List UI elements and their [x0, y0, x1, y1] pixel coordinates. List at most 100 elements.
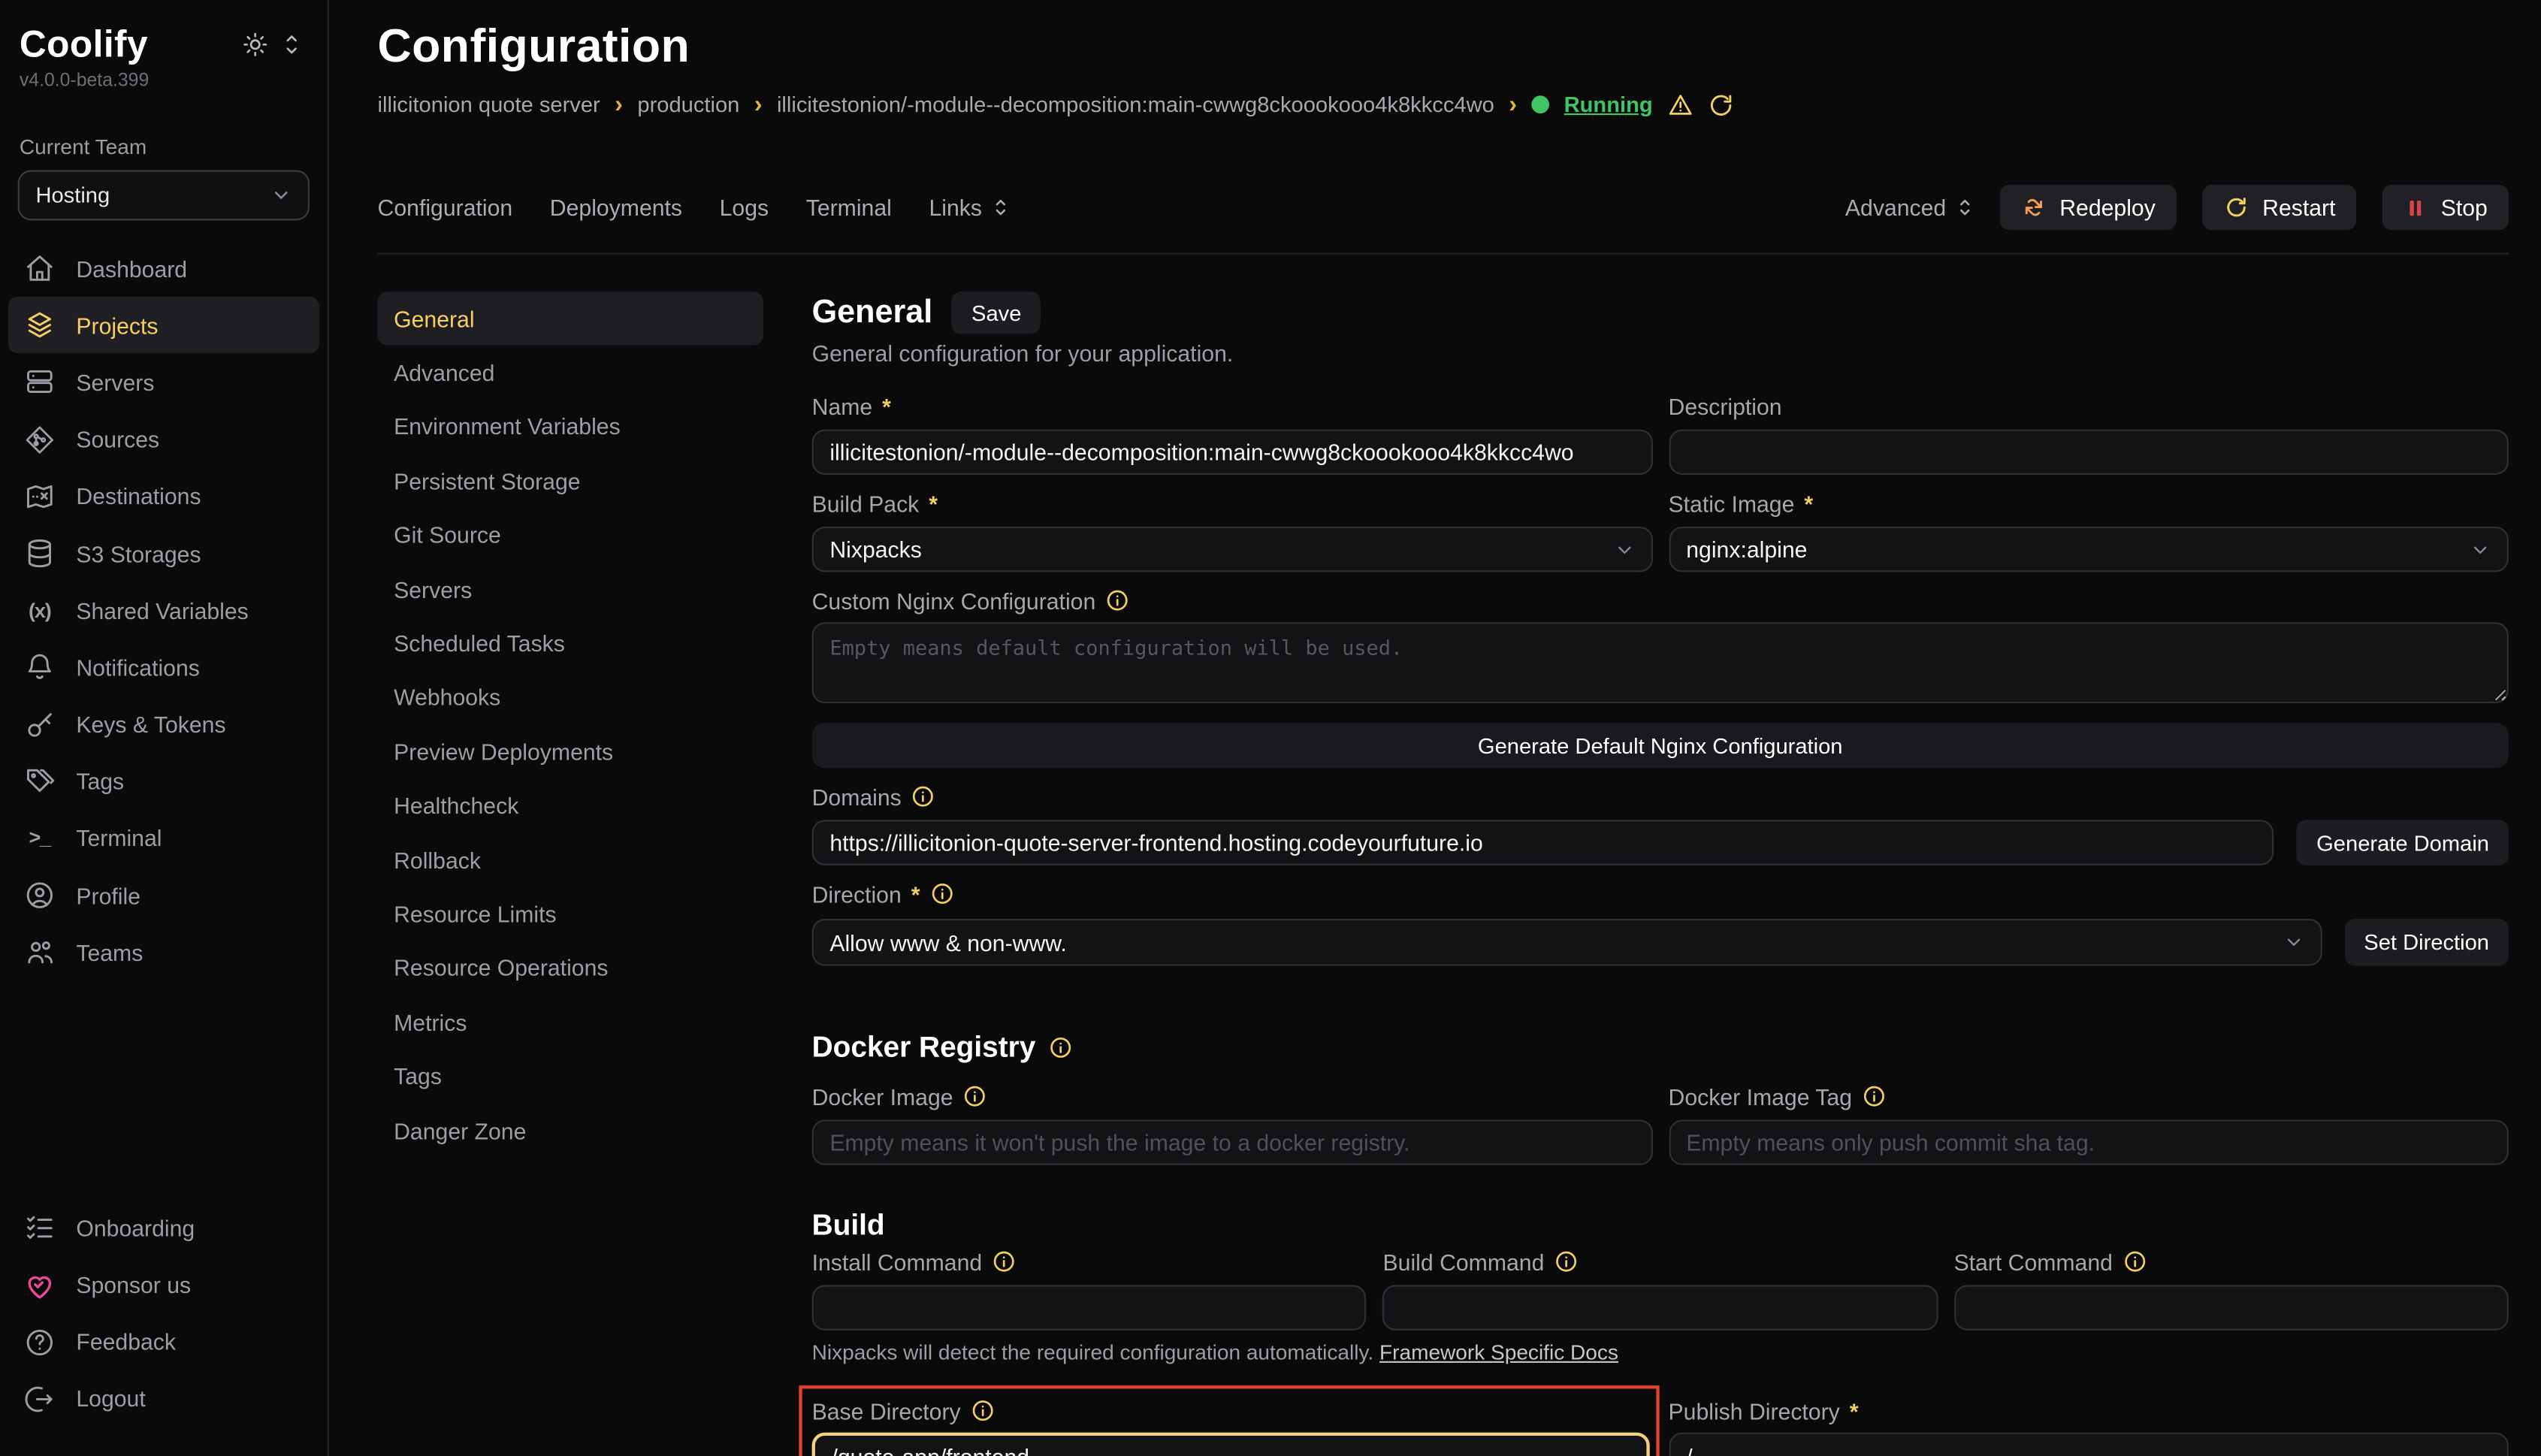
sidebar-item-sponsor-us[interactable]: Sponsor us [8, 1257, 319, 1314]
sidebar-item-sources[interactable]: Sources [8, 411, 319, 468]
redeploy-button[interactable]: Redeploy [1999, 185, 2176, 230]
refresh-icon[interactable] [1708, 92, 1734, 118]
sidebar-item-label: S3 Storages [76, 540, 201, 566]
current-team-label: Current Team [0, 91, 328, 159]
set-direction-button[interactable]: Set Direction [2344, 919, 2508, 966]
sidebar-item-tags[interactable]: Tags [8, 753, 319, 810]
subnav-persistent-storage[interactable]: Persistent Storage [378, 454, 763, 508]
base-directory-label: Base Directory [812, 1397, 961, 1424]
server-icon [24, 367, 55, 397]
direction-select[interactable]: Allow www & non-www. [812, 919, 2322, 966]
tab-logs[interactable]: Logs [720, 195, 769, 221]
breadcrumb-project[interactable]: illicitonion quote server [378, 92, 600, 116]
sidebar-item-onboarding[interactable]: Onboarding [8, 1200, 319, 1257]
breadcrumb: illicitonion quote server › production ›… [378, 91, 2509, 119]
advanced-dropdown[interactable]: Advanced [1845, 195, 1974, 221]
sidebar-item-logout[interactable]: Logout [8, 1370, 319, 1427]
framework-docs-link[interactable]: Framework Specific Docs [1379, 1340, 1618, 1364]
base-directory-highlight-box: Base Directory [799, 1385, 1658, 1456]
sidebar-item-teams[interactable]: Teams [8, 924, 319, 981]
domains-input[interactable] [812, 820, 2274, 865]
sidebar-item-profile[interactable]: Profile [8, 867, 319, 924]
sidebar-item-shared-variables[interactable]: (x) Shared Variables [8, 582, 319, 639]
stop-button[interactable]: Stop [2382, 185, 2509, 230]
required-marker: * [1850, 1397, 1859, 1424]
subnav-advanced[interactable]: Advanced [378, 346, 763, 400]
breadcrumb-separator: › [615, 91, 623, 119]
app-logo[interactable]: Coolify [20, 23, 148, 66]
help-icon [24, 1327, 55, 1358]
subnav-metrics[interactable]: Metrics [378, 995, 763, 1050]
subnav-servers[interactable]: Servers [378, 562, 763, 616]
sidebar-item-s3-storages[interactable]: S3 Storages [8, 525, 319, 582]
sidebar-item-feedback[interactable]: Feedback [8, 1313, 319, 1370]
breadcrumb-environment[interactable]: production [637, 92, 739, 116]
breadcrumb-application[interactable]: illicitestonion/-module--decomposition:m… [777, 92, 1494, 116]
sidebar-item-servers[interactable]: Servers [8, 354, 319, 411]
section-title: General [812, 294, 933, 331]
generate-domain-button[interactable]: Generate Domain [2297, 820, 2509, 865]
sidebar-item-label: Projects [76, 313, 158, 339]
chevron-down-icon [270, 185, 292, 206]
generate-nginx-button[interactable]: Generate Default Nginx Configuration [812, 723, 2509, 768]
team-select[interactable]: Hosting [18, 170, 310, 220]
info-icon [911, 784, 935, 808]
subnav-git-source[interactable]: Git Source [378, 508, 763, 562]
status-running-link[interactable]: Running [1564, 92, 1653, 116]
sidebar-item-label: Servers [76, 370, 154, 396]
save-button[interactable]: Save [952, 292, 1041, 334]
docker-image-input[interactable] [812, 1119, 1652, 1164]
docker-image-tag-input[interactable] [1669, 1119, 2509, 1164]
subnav-general[interactable]: General [378, 292, 763, 346]
coolify-app: Coolify v4.0.0-beta.399 Current Team Hos… [0, 0, 2541, 1456]
docker-image-label: Docker Image [812, 1083, 953, 1110]
subnav-healthcheck[interactable]: Healthcheck [378, 778, 763, 832]
restart-button[interactable]: Restart [2202, 185, 2356, 230]
subnav-environment-variables[interactable]: Environment Variables [378, 400, 763, 454]
restart-icon [2223, 195, 2249, 221]
sidebar-item-notifications[interactable]: Notifications [8, 639, 319, 696]
chevron-up-down-icon [1956, 196, 1974, 219]
sidebar-item-label: Sources [76, 427, 159, 453]
tab-configuration[interactable]: Configuration [378, 195, 513, 221]
tab-terminal[interactable]: Terminal [806, 195, 892, 221]
subnav-preview-deployments[interactable]: Preview Deployments [378, 724, 763, 778]
tabs-row: Configuration Deployments Logs Terminal … [378, 185, 2509, 230]
sidebar-item-destinations[interactable]: Destinations [8, 468, 319, 525]
base-directory-input[interactable] [812, 1433, 1649, 1456]
sidebar-item-label: Sponsor us [76, 1272, 191, 1298]
theme-selector-chevrons-icon[interactable] [282, 32, 301, 56]
start-command-input[interactable] [1953, 1285, 2508, 1330]
tab-deployments[interactable]: Deployments [550, 195, 682, 221]
subnav-scheduled-tasks[interactable]: Scheduled Tasks [378, 616, 763, 670]
subnav-resource-operations[interactable]: Resource Operations [378, 941, 763, 995]
install-command-input[interactable] [812, 1285, 1367, 1330]
checklist-icon [24, 1213, 55, 1243]
theme-sun-icon[interactable] [243, 32, 267, 56]
subnav-webhooks[interactable]: Webhooks [378, 670, 763, 724]
sidebar-item-terminal[interactable]: >_ Terminal [8, 810, 319, 867]
name-input[interactable] [812, 430, 1652, 475]
sidebar-item-label: Destinations [76, 483, 201, 509]
publish-directory-input[interactable] [1669, 1433, 2509, 1456]
build-pack-select[interactable]: Nixpacks [812, 527, 1652, 572]
map-icon [24, 481, 55, 512]
sidebar-item-dashboard[interactable]: Dashboard [8, 240, 319, 297]
build-pack-label: Build Pack [812, 490, 920, 516]
warning-icon[interactable] [1667, 92, 1693, 118]
info-icon [1554, 1249, 1578, 1273]
info-icon [1862, 1084, 1886, 1108]
subnav-rollback[interactable]: Rollback [378, 832, 763, 887]
static-image-label: Static Image [1669, 490, 1795, 516]
key-icon [24, 709, 55, 740]
sidebar-item-projects[interactable]: Projects [8, 297, 319, 354]
sidebar-item-keys-tokens[interactable]: Keys & Tokens [8, 696, 319, 753]
subnav-danger-zone[interactable]: Danger Zone [378, 1104, 763, 1158]
subnav-resource-limits[interactable]: Resource Limits [378, 887, 763, 941]
tab-links[interactable]: Links [929, 195, 1009, 221]
nginx-config-textarea[interactable] [812, 622, 2509, 703]
subnav-tags[interactable]: Tags [378, 1050, 763, 1104]
static-image-select[interactable]: nginx:alpine [1669, 527, 2509, 572]
description-input[interactable] [1669, 430, 2509, 475]
build-command-input[interactable] [1383, 1285, 1938, 1330]
